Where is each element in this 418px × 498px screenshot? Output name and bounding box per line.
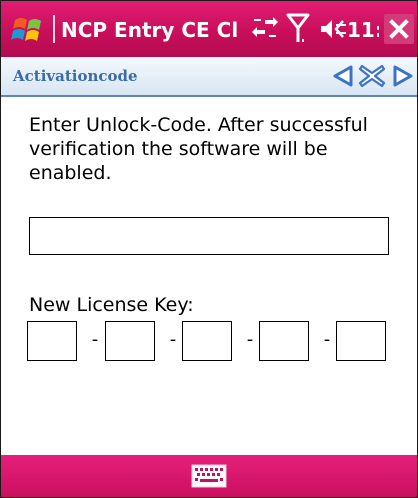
window-title: NCP Entry CE Cl (61, 18, 239, 42)
soft-key-bar (1, 455, 417, 497)
unlock-code-input[interactable] (29, 217, 389, 255)
device-screen: NCP Entry CE Cl 11:43 Activationcode (0, 0, 418, 498)
triangle-left-icon[interactable] (331, 64, 355, 88)
page-title: Activationcode (13, 67, 138, 85)
volume-icon[interactable] (319, 16, 349, 42)
clock[interactable]: 11:43 (347, 15, 379, 45)
license-key-segment-5[interactable] (336, 321, 386, 361)
license-key-label: New License Key: (29, 294, 194, 316)
title-close-button[interactable] (384, 14, 414, 44)
title-separator (53, 15, 55, 43)
triangle-right-icon[interactable] (391, 64, 415, 88)
windows-start-icon[interactable] (11, 12, 47, 46)
signal-antenna-icon[interactable] (286, 12, 310, 46)
instruction-text: Enter Unlock-Code. After successful veri… (29, 114, 368, 184)
license-key-segment-4[interactable] (259, 321, 309, 361)
license-key-segment-1[interactable] (27, 321, 77, 361)
header-bar: Activationcode (1, 57, 417, 97)
license-key-separator: - (169, 329, 177, 350)
license-key-separator: - (91, 329, 99, 350)
license-key-separator: - (246, 329, 254, 350)
title-bar: NCP Entry CE Cl 11:43 (1, 1, 417, 57)
keyboard-icon[interactable] (191, 464, 227, 488)
license-key-segment-3[interactable] (182, 321, 232, 361)
close-icon (389, 19, 409, 39)
connectivity-icon[interactable] (251, 16, 279, 42)
x-cross-icon[interactable] (358, 63, 386, 89)
license-key-segment-2[interactable] (105, 321, 155, 361)
license-key-separator: - (323, 329, 331, 350)
